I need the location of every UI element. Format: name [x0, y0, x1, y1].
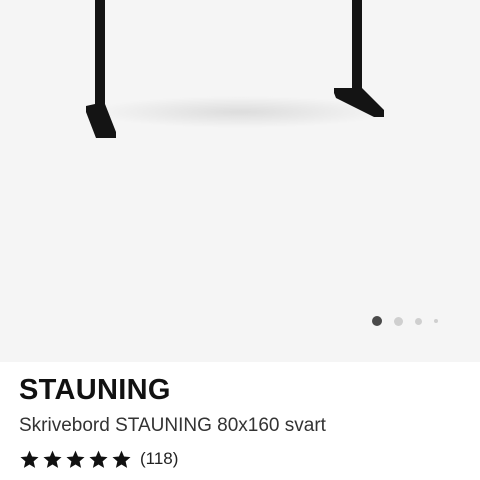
pagination-dot[interactable]	[434, 319, 438, 323]
image-pagination	[372, 314, 438, 328]
review-count[interactable]: (118)	[140, 448, 178, 470]
star-icon	[112, 450, 131, 468]
product-image-gallery[interactable]	[0, 0, 480, 362]
pagination-dot-active[interactable]	[372, 316, 382, 326]
star-icon	[66, 450, 85, 468]
pagination-dot[interactable]	[394, 316, 403, 326]
product-description: Skrivebord STAUNING 80x160 svart	[19, 415, 326, 436]
product-rating[interactable]: (118)	[19, 448, 469, 470]
star-icon	[20, 450, 39, 468]
pagination-dot[interactable]	[415, 317, 422, 325]
product-title: STAUNING	[19, 374, 171, 406]
star-icon	[43, 450, 62, 468]
star-icon	[89, 450, 108, 468]
rating-stars	[19, 449, 134, 470]
product-image[interactable]	[0, 0, 480, 362]
product-info: STAUNING Skrivebord STAUNING 80x160 svar…	[19, 372, 469, 470]
